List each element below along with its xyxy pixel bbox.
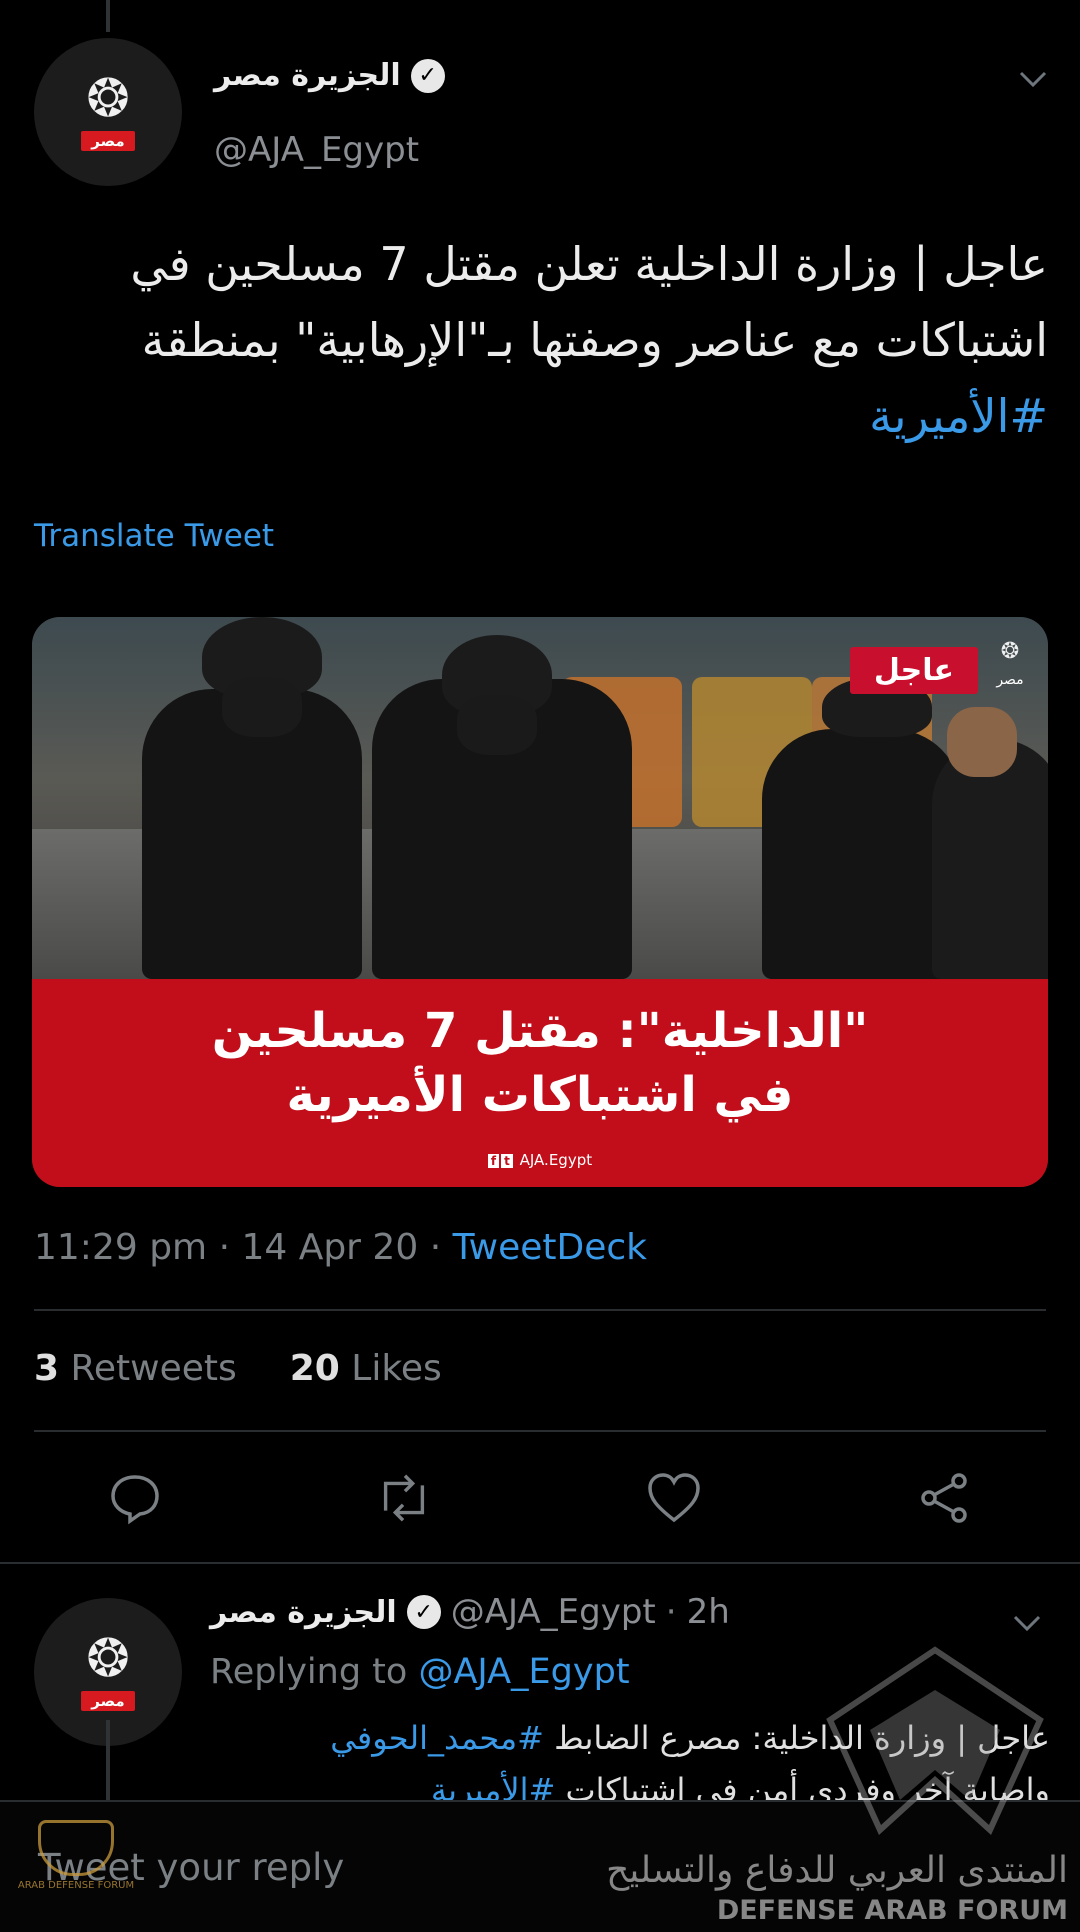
aljazeera-logo-icon: ❂ [86, 1629, 130, 1689]
author-handle[interactable]: @AJA_Egypt [214, 130, 419, 170]
retweets-count: 3 [34, 1348, 60, 1389]
hashtag-link[interactable]: #محمد_الحوفي [330, 1719, 544, 1757]
watermark-left-text: ARAB DEFENSE FORUM [17, 1880, 135, 1891]
retweets-stat[interactable]: 3 Retweets [34, 1348, 237, 1389]
footer-handle: AJA.Egypt [519, 1151, 593, 1169]
tweet-text: عاجل | وزارة الداخلية تعلن مقتل 7 مسلحين… [30, 226, 1048, 454]
like-icon[interactable] [644, 1468, 704, 1528]
likes-stat[interactable]: 20 Likes [290, 1348, 442, 1389]
aljazeera-logo-icon: ❂ [86, 69, 130, 129]
facebook-icon: f [487, 1154, 500, 1168]
hashtag-link[interactable]: #الأميرية [869, 389, 1048, 443]
retweets-label: Retweets [70, 1348, 237, 1389]
tweet-detail-screen: ❂ مصر الجزيرة مصر ✓ @AJA_Egypt عاجل | وز… [0, 0, 1080, 1932]
thread-line [106, 0, 110, 32]
forum-logo-icon [826, 1646, 1044, 1835]
tweet-time: 11:29 pm [34, 1227, 208, 1268]
forum-shield-icon [38, 1820, 114, 1876]
tweet-media[interactable]: عاجل ❂ مصر "الداخلية": مقتل 7 مسلحين في ا… [32, 617, 1048, 1187]
reply-header[interactable]: الجزيرة مصر ✓ @AJA_Egypt · 2h [210, 1592, 730, 1632]
divider [0, 1562, 1080, 1564]
replying-mention-link[interactable]: @AJA_Egypt [418, 1652, 629, 1692]
headline-line-2: في اشتباكات الأميرية [286, 1067, 794, 1123]
author-name-row[interactable]: الجزيرة مصر ✓ [214, 58, 445, 93]
verified-badge-icon: ✓ [410, 58, 445, 93]
news-photo: عاجل ❂ مصر [32, 617, 1048, 979]
divider [34, 1430, 1046, 1432]
corner-logo-label: مصر [996, 672, 1024, 688]
banner-footer: ft AJA.Egypt [32, 1151, 1048, 1169]
translate-tweet-link[interactable]: Translate Tweet [34, 518, 274, 554]
likes-count: 20 [289, 1348, 340, 1389]
headline-line-1: "الداخلية": مقتل 7 مسلحين [211, 1003, 869, 1059]
tweet-body: عاجل | وزارة الداخلية تعلن مقتل 7 مسلحين… [130, 237, 1048, 367]
avatar[interactable]: ❂ مصر [34, 38, 182, 186]
headline-banner: "الداخلية": مقتل 7 مسلحين في اشتباكات ال… [32, 979, 1048, 1187]
reply-handle: @AJA_Egypt [450, 1592, 656, 1632]
reply-age: 2h [686, 1592, 730, 1632]
engagement-counts: 3 Retweets 20 Likes [34, 1348, 442, 1389]
tweet-source-link[interactable]: TweetDeck [453, 1227, 647, 1268]
watermark-english: DEFENSE ARAB FORUM [716, 1895, 1068, 1926]
watermark-arabic: المنتدى العربي للدفاع والتسليح [606, 1850, 1068, 1891]
hashtag-link[interactable]: #الأميرية [431, 1771, 555, 1802]
replying-to: Replying to @AJA_Egypt [210, 1652, 630, 1692]
reply-icon[interactable] [105, 1468, 165, 1528]
display-name: الجزيرة مصر [214, 58, 401, 93]
share-icon[interactable] [914, 1468, 974, 1528]
retweet-icon[interactable] [374, 1468, 434, 1528]
avatar-tag: مصر [81, 131, 135, 151]
verified-badge-icon: ✓ [406, 1595, 441, 1629]
twitter-icon: t [501, 1154, 513, 1168]
breaking-tag: عاجل [849, 647, 978, 694]
tweet-date: 14 Apr 20 [241, 1227, 419, 1268]
avatar-tag: مصر [81, 1691, 135, 1711]
divider [34, 1309, 1046, 1311]
aljazeera-corner-logo-icon: ❂ مصر [996, 639, 1024, 688]
replying-prefix: Replying to [210, 1652, 408, 1692]
tweet-meta: 11:29 pm · 14 Apr 20 · TweetDeck [34, 1227, 647, 1268]
likes-label: Likes [351, 1348, 442, 1389]
watermark-left: ARAB DEFENSE FORUM [10, 1820, 142, 1920]
reply-display-name: الجزيرة مصر [210, 1594, 397, 1630]
chevron-down-icon[interactable] [1018, 62, 1048, 97]
thread-line [106, 1720, 110, 1800]
